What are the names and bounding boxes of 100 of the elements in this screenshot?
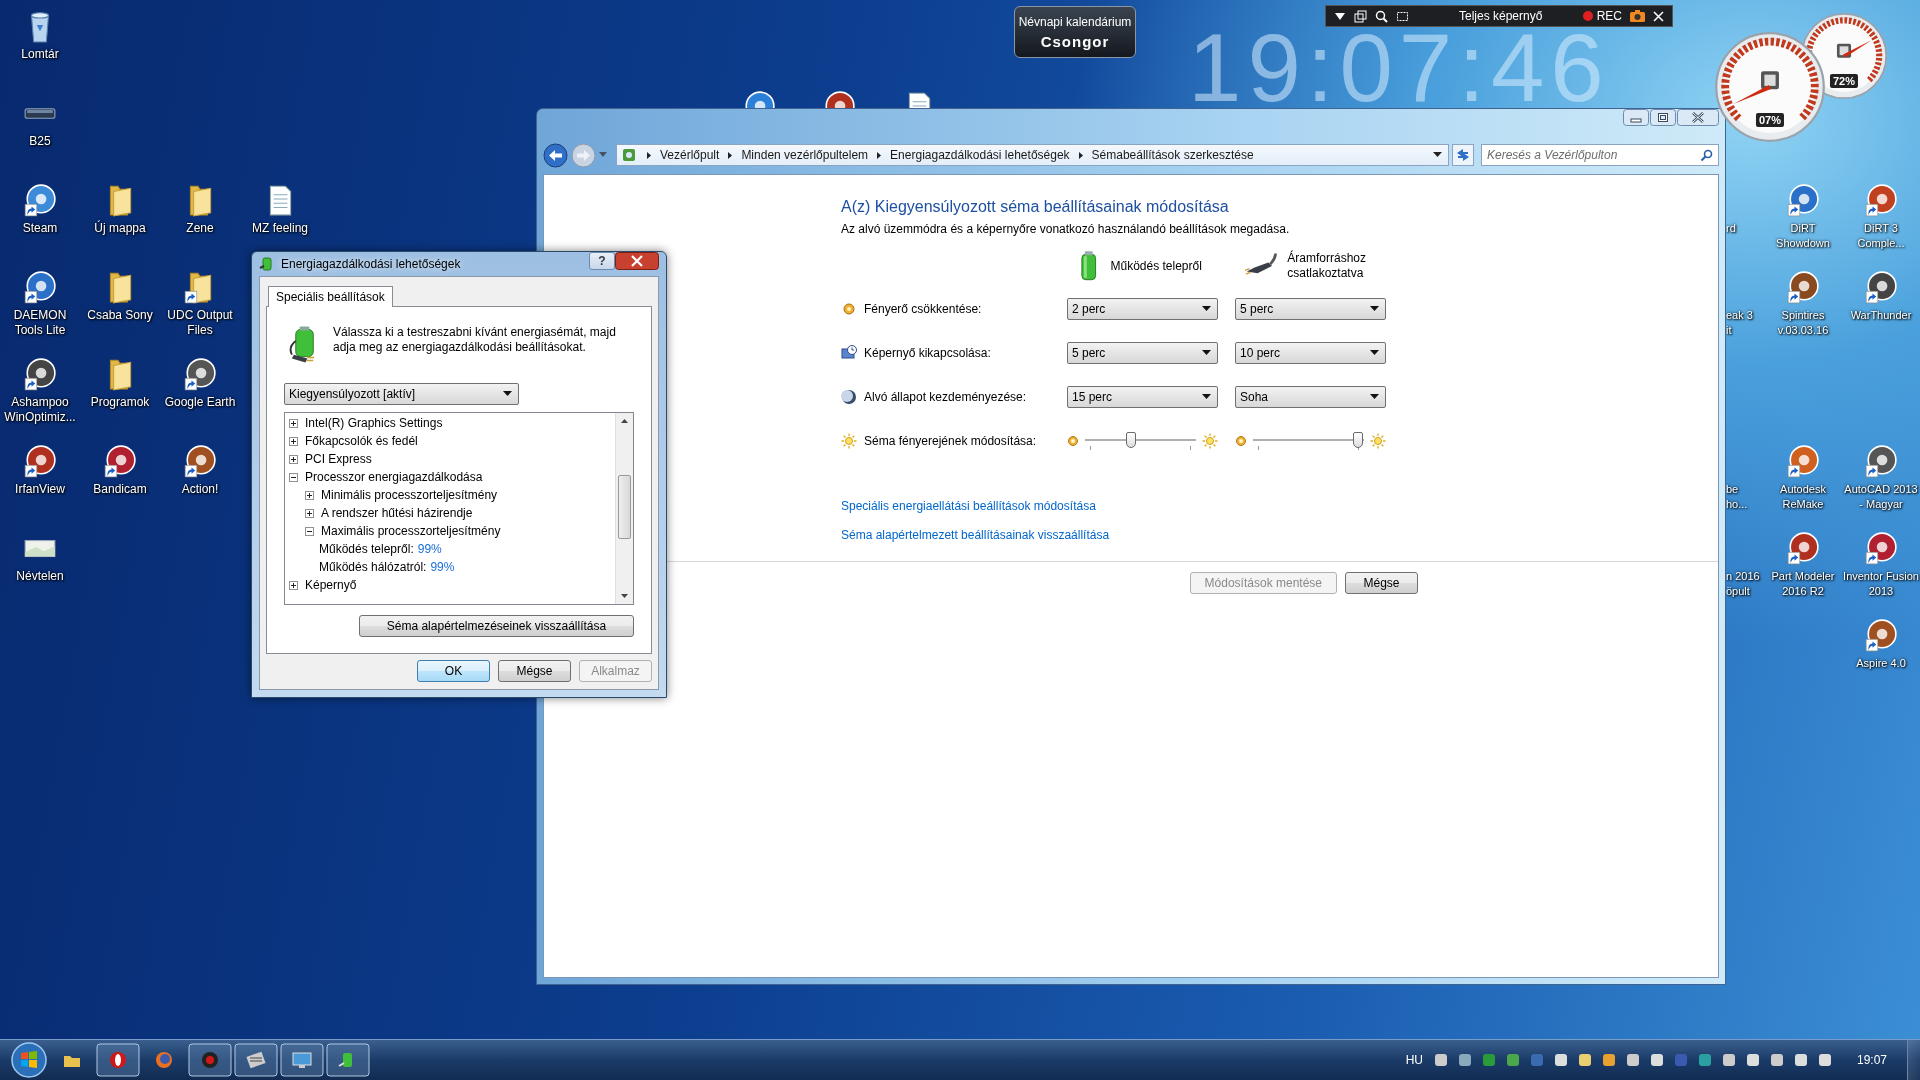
app-icon[interactable] xyxy=(103,444,137,478)
expand-icon[interactable] xyxy=(289,436,298,446)
tray-icon[interactable] xyxy=(1504,1052,1521,1068)
close-button[interactable] xyxy=(615,252,659,270)
tree-item[interactable]: Intel(R) Graphics Settings xyxy=(305,416,443,430)
dropdown[interactable]: 10 perc xyxy=(1235,342,1386,364)
app-icon[interactable] xyxy=(183,444,217,478)
breadcrumb-link[interactable]: Vezérlőpult xyxy=(660,148,720,162)
icon-label[interactable]: Programok xyxy=(80,395,160,410)
icon-label[interactable]: Zene xyxy=(160,221,240,236)
icon-label[interactable]: MZ feeling xyxy=(240,221,320,236)
app-icon[interactable] xyxy=(822,90,856,108)
tree-item[interactable]: Maximális processzorteljesítmény xyxy=(321,524,501,538)
icon-label[interactable]: Google Earth xyxy=(160,395,240,410)
icon-label[interactable]: Action! xyxy=(160,482,240,497)
chevron-icon[interactable] xyxy=(875,150,884,160)
tray-icon[interactable] xyxy=(1744,1052,1761,1068)
chevron-icon[interactable] xyxy=(726,150,735,160)
app-icon[interactable] xyxy=(23,357,57,391)
tree-item[interactable]: Képernyő xyxy=(305,578,357,592)
icon-label[interactable]: Névtelen xyxy=(0,569,80,584)
taskbar-app-icon[interactable] xyxy=(188,1043,232,1077)
app-icon[interactable] xyxy=(183,357,217,391)
icon-label[interactable]: n 2016 öpult xyxy=(1726,569,1764,599)
icon-label[interactable]: Bandicam xyxy=(80,482,160,497)
show-desktop-button[interactable] xyxy=(1907,1040,1920,1080)
caret-icon[interactable] xyxy=(1334,11,1346,21)
slider-thumb[interactable] xyxy=(1353,432,1364,448)
caret-icon[interactable] xyxy=(1370,350,1379,356)
setting-value-link[interactable]: 99% xyxy=(430,560,455,574)
icon-label[interactable]: B25 xyxy=(0,134,80,149)
slider-thumb[interactable] xyxy=(1125,432,1136,448)
taskbar-app-icon[interactable] xyxy=(234,1043,278,1077)
tray-icon[interactable] xyxy=(1624,1052,1641,1068)
icon-label[interactable]: Csaba Sony xyxy=(80,308,160,323)
tray-icon[interactable] xyxy=(1648,1052,1665,1068)
reset-button[interactable]: Séma alapértelmezéseinek visszaállítása xyxy=(359,615,634,637)
caret-icon[interactable] xyxy=(1202,306,1211,312)
breadcrumb-link[interactable]: Energiagazdálkodási lehetőségek xyxy=(890,148,1070,162)
breadcrumb-link[interactable]: Sémabeállítások szerkesztése xyxy=(1091,148,1254,162)
app-icon[interactable] xyxy=(23,444,57,478)
expand-icon[interactable] xyxy=(289,418,298,428)
tree-item[interactable]: Főkapcsolók és fedél xyxy=(305,434,418,448)
app-icon[interactable] xyxy=(1864,531,1898,565)
scroll-up-icon[interactable] xyxy=(621,419,628,423)
tree-item[interactable]: PCI Express xyxy=(305,452,372,466)
address-bar[interactable]: Vezérlőpult Minden vezérlőpultelem Energiagazdálkodási lehetőségek Sémabeállítások szerkesztése xyxy=(616,144,1449,166)
tray-icon[interactable] xyxy=(1576,1052,1593,1068)
icon-label[interactable]: Ashampoo WinOptimiz... xyxy=(0,395,80,425)
app-icon[interactable] xyxy=(1864,444,1898,478)
collapse-icon[interactable] xyxy=(305,526,314,536)
expand-icon[interactable] xyxy=(305,490,314,500)
link[interactable]: Séma alapértelmezett beállításainak visszaállítása xyxy=(841,528,1110,543)
dropdown[interactable]: Soha xyxy=(1235,386,1386,408)
tab[interactable]: Speciális beállítások xyxy=(268,286,393,307)
icon-label[interactable]: Új mappa xyxy=(80,221,160,236)
caret-icon[interactable] xyxy=(503,391,512,397)
caret-icon[interactable] xyxy=(1202,394,1211,400)
taskbar-app-icon[interactable] xyxy=(96,1043,140,1077)
plan-dropdown[interactable]: Kiegyensúlyozott [aktív] xyxy=(284,383,519,405)
tray-icon[interactable] xyxy=(1768,1052,1785,1068)
app-icon[interactable] xyxy=(1786,531,1820,565)
icon-label[interactable]: Lomtár xyxy=(0,47,80,62)
tray-icon[interactable] xyxy=(1792,1052,1809,1068)
tray-icon[interactable] xyxy=(1456,1052,1473,1068)
app-icon[interactable] xyxy=(23,183,57,217)
search-icon[interactable] xyxy=(1700,149,1713,162)
icon-label[interactable]: IrfanView xyxy=(0,482,80,497)
scrollbar[interactable] xyxy=(615,413,633,604)
tree-item[interactable]: A rendszer hűtési házirendje xyxy=(321,506,473,520)
app-icon[interactable] xyxy=(742,90,776,108)
taskbar-app-icon[interactable] xyxy=(280,1043,324,1077)
chevron-icon[interactable] xyxy=(1076,150,1085,160)
camera-icon[interactable] xyxy=(1630,10,1645,22)
caret-icon[interactable] xyxy=(1202,350,1211,356)
icon-label[interactable]: Part Modeler 2016 R2 xyxy=(1764,569,1842,599)
tray-icon[interactable] xyxy=(1432,1052,1449,1068)
start-button[interactable] xyxy=(10,1041,48,1079)
icon-label[interactable]: Steam xyxy=(0,221,80,236)
icon-label[interactable]: Aspire 4.0 xyxy=(1842,656,1920,671)
icon-label[interactable]: DAEMON Tools Lite xyxy=(0,308,80,338)
windows-icon[interactable] xyxy=(1354,9,1367,23)
link[interactable]: Speciális energiaellátási beállítások módosítása xyxy=(841,499,1096,514)
caret-icon[interactable] xyxy=(1370,306,1379,312)
tray-icon[interactable] xyxy=(1816,1052,1833,1068)
search-icon[interactable] xyxy=(1375,9,1388,23)
dropdown[interactable]: 5 perc xyxy=(1067,342,1218,364)
restore-button[interactable] xyxy=(1650,109,1676,126)
help-button[interactable]: ? xyxy=(589,252,615,270)
tray-icon[interactable] xyxy=(1600,1052,1617,1068)
refresh-button[interactable] xyxy=(1452,144,1474,166)
close-icon[interactable] xyxy=(1653,10,1664,22)
button[interactable]: OK xyxy=(417,660,490,682)
region-icon[interactable] xyxy=(1396,9,1409,23)
caret-icon[interactable] xyxy=(1433,152,1442,158)
tray-icon[interactable] xyxy=(1552,1052,1569,1068)
collapse-icon[interactable] xyxy=(289,472,298,482)
close-button[interactable] xyxy=(1677,109,1719,126)
icon-label[interactable]: Inventor Fusion 2013 xyxy=(1842,569,1920,599)
taskbar-app-icon[interactable] xyxy=(326,1043,370,1077)
